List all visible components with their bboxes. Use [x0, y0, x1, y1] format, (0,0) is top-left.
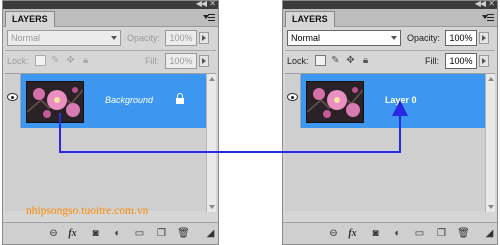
link-layers-icon[interactable]: ⊖	[327, 228, 340, 239]
blend-row: Normal Opacity: 100%	[287, 30, 493, 47]
lock-label: Lock:	[287, 56, 309, 66]
scroll-up-icon[interactable]	[488, 77, 494, 81]
new-layer-icon[interactable]: ❐	[155, 228, 168, 239]
chevron-right-icon	[202, 35, 206, 41]
chevron-right-icon	[482, 35, 486, 41]
panel-menu-icon[interactable]	[203, 12, 215, 23]
panel-title-strip: ◀◀ ✕	[283, 0, 497, 9]
layer-thumbnail	[26, 81, 84, 123]
fill-label: Fill:	[425, 56, 439, 66]
fill-label: Fill:	[145, 56, 159, 66]
layer-list: Background	[5, 73, 216, 212]
opacity-slider-button[interactable]	[479, 32, 489, 44]
blend-mode-value: Normal	[291, 33, 321, 43]
lock-row: Lock: ✎ ✥ 🔒︎ Fill: 100%	[287, 53, 493, 70]
blend-row: Normal Opacity: 100%	[7, 30, 214, 47]
divider	[5, 50, 216, 51]
scroll-down-icon[interactable]	[209, 205, 215, 209]
visibility-toggle[interactable]	[5, 74, 21, 128]
panel-title-strip: ◀◀ ✕	[3, 0, 218, 9]
lock-brush-icon[interactable]: ✎	[50, 55, 61, 66]
close-icon[interactable]: ✕	[209, 0, 216, 8]
lock-all-icon[interactable]: 🔒︎	[80, 55, 91, 66]
panel-menu-icon[interactable]	[482, 12, 494, 23]
chevron-right-icon	[482, 58, 486, 64]
scrollbar[interactable]	[206, 74, 216, 212]
lock-move-icon[interactable]: ✥	[65, 55, 76, 66]
resize-grip-icon[interactable]: ◢	[204, 228, 217, 243]
adjustment-layer-icon[interactable]: ◐	[391, 228, 404, 239]
layer-list: Layer 0	[285, 73, 495, 212]
blend-mode-value: Normal	[11, 33, 41, 43]
fill-slider-button[interactable]	[479, 55, 489, 67]
panel-bottom-toolbar: ⊖ fx ◙ ◐ ▭ ❐ 🗑︎ ◢	[3, 222, 218, 244]
scrollbar[interactable]	[485, 74, 495, 212]
fill-field[interactable]: 100%	[165, 53, 197, 69]
lock-move-icon[interactable]: ✥	[345, 55, 356, 66]
lock-label: Lock:	[7, 56, 29, 66]
opacity-label: Opacity:	[127, 33, 161, 43]
close-icon[interactable]: ✕	[488, 0, 495, 8]
blend-mode-select[interactable]: Normal	[287, 30, 401, 46]
divider	[285, 50, 495, 51]
adjustment-layer-icon[interactable]: ◐	[111, 228, 124, 239]
layer-row-layer-0[interactable]: Layer 0	[285, 74, 485, 128]
lock-brush-icon[interactable]: ✎	[330, 55, 341, 66]
scroll-up-icon[interactable]	[209, 77, 215, 81]
scroll-down-icon[interactable]	[488, 205, 494, 209]
fill-field[interactable]: 100%	[445, 53, 477, 69]
panel-tabbar: LAYERS	[283, 9, 497, 27]
lock-row: Lock: ✎ ✥ 🔒︎ Fill: 100%	[7, 53, 214, 70]
opacity-slider-button[interactable]	[199, 32, 209, 44]
layer-name[interactable]: Layer 0	[385, 95, 417, 105]
chevron-right-icon	[202, 58, 206, 64]
tab-layers[interactable]: LAYERS	[285, 11, 335, 27]
layer-thumbnail	[306, 81, 364, 123]
opacity-label: Opacity:	[407, 33, 441, 43]
lock-transparent-icon[interactable]	[315, 55, 326, 66]
fx-icon[interactable]: fx	[66, 228, 79, 239]
opacity-field[interactable]: 100%	[445, 30, 477, 46]
delete-layer-icon[interactable]: 🗑︎	[457, 228, 470, 239]
link-layers-icon[interactable]: ⊖	[47, 228, 60, 239]
panel-tabbar: LAYERS	[3, 9, 218, 27]
lock-icon	[176, 93, 184, 104]
resize-grip-icon[interactable]: ◢	[483, 228, 496, 243]
watermark-text: nhipsongso.tuoitre.com.vn	[26, 205, 149, 217]
delete-layer-icon[interactable]: 🗑︎	[177, 228, 190, 239]
layer-row-background[interactable]: Background	[5, 74, 206, 128]
blend-mode-select[interactable]: Normal	[7, 30, 121, 46]
visibility-toggle[interactable]	[285, 74, 301, 128]
add-mask-icon[interactable]: ◙	[89, 228, 102, 239]
new-layer-icon[interactable]: ❐	[435, 228, 448, 239]
chevron-down-icon	[111, 36, 117, 40]
chevron-down-icon	[391, 36, 397, 40]
lock-transparent-icon[interactable]	[35, 55, 46, 66]
tab-layers[interactable]: LAYERS	[5, 11, 55, 27]
add-mask-icon[interactable]: ◙	[369, 228, 382, 239]
lock-all-icon[interactable]: 🔒︎	[360, 55, 371, 66]
layers-panel-after: ◀◀ ✕ LAYERS Normal Opacity: 100% Lock: ✎…	[282, 0, 498, 245]
fill-slider-button[interactable]	[199, 55, 209, 67]
new-group-icon[interactable]: ▭	[133, 228, 146, 239]
fx-icon[interactable]: fx	[346, 228, 359, 239]
layer-name[interactable]: Background	[105, 95, 153, 105]
new-group-icon[interactable]: ▭	[413, 228, 426, 239]
collapse-icon[interactable]: ◀◀	[475, 0, 486, 8]
panel-bottom-toolbar: ⊖ fx ◙ ◐ ▭ ❐ 🗑︎ ◢	[283, 222, 497, 244]
collapse-icon[interactable]: ◀◀	[196, 0, 207, 8]
opacity-field[interactable]: 100%	[165, 30, 197, 46]
